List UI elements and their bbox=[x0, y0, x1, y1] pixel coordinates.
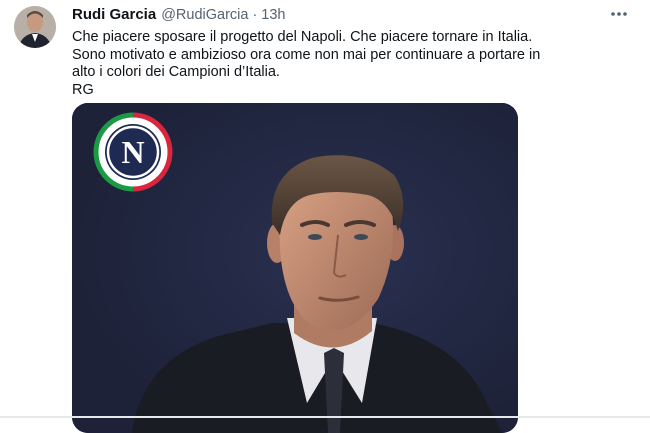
avatar-image bbox=[14, 6, 56, 48]
author-name[interactable]: Rudi Garcia bbox=[72, 6, 156, 23]
tweet-text-line: Sono motivato e ambizioso ora come non m… bbox=[72, 46, 541, 63]
logo-letter: N bbox=[121, 134, 144, 170]
separator-dot: · bbox=[252, 7, 258, 23]
more-horizontal-icon bbox=[611, 12, 627, 16]
tweet-text-line: Che piacere sposare il progetto del Napo… bbox=[72, 29, 533, 45]
media-illustration: N bbox=[72, 103, 518, 433]
avatar[interactable] bbox=[14, 6, 56, 48]
tweet-text-line: alto i colori dei Campioni d’Italia. bbox=[72, 64, 280, 80]
author-handle[interactable]: @RudiGarcia bbox=[161, 7, 248, 23]
napoli-logo-icon: N bbox=[93, 112, 173, 192]
more-options-button[interactable] bbox=[608, 6, 630, 22]
tweet-timestamp[interactable]: 13h bbox=[261, 7, 285, 23]
tweet-header: Rudi Garcia @RudiGarcia · 13h bbox=[72, 6, 286, 26]
tweet-media-image[interactable]: N bbox=[72, 103, 518, 433]
tweet-text-line: RG bbox=[72, 81, 94, 98]
tweet: Rudi Garcia @RudiGarcia · 13h Che piacer… bbox=[0, 0, 650, 433]
tweet-text: Che piacere sposare il progetto del Napo… bbox=[72, 29, 632, 99]
